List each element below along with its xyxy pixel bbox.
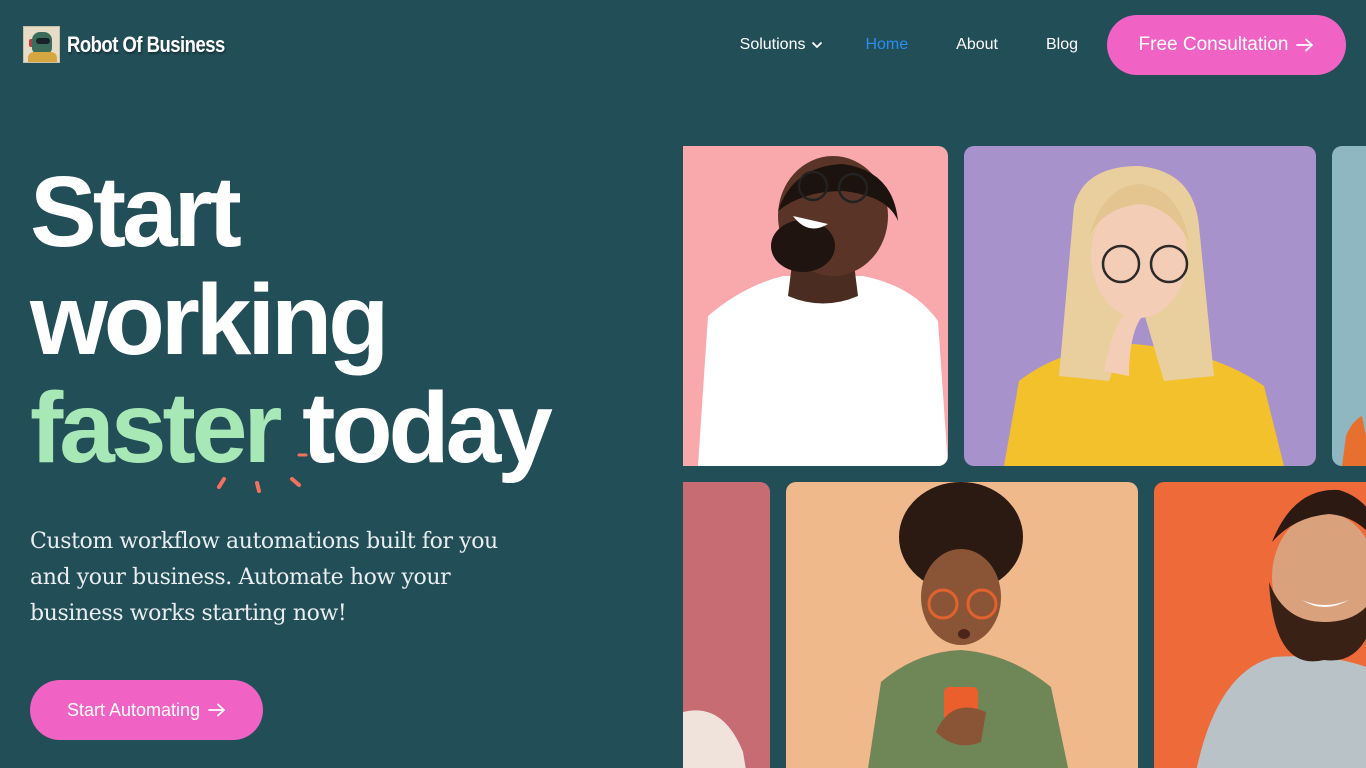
nav-blog[interactable]: Blog xyxy=(1046,36,1078,54)
nav-about[interactable]: About xyxy=(956,36,998,54)
free-consultation-button[interactable]: Free Consultation xyxy=(1107,15,1346,75)
arrow-right-icon xyxy=(208,703,225,717)
photo-woman-thinking xyxy=(964,146,1316,466)
hero-subtext: Custom workflow automations built for yo… xyxy=(30,529,498,626)
start-automating-button[interactable]: Start Automating xyxy=(30,680,263,740)
photo-woman-phone xyxy=(786,482,1138,768)
photo-partial-blue xyxy=(1332,146,1366,466)
brand-name: Robot Of Business xyxy=(67,31,225,57)
headline-line-2: working xyxy=(30,264,389,376)
nav-solutions[interactable]: Solutions xyxy=(740,36,824,54)
photo-partial-pink xyxy=(683,482,770,768)
nav-solutions-label: Solutions xyxy=(739,36,806,53)
brand-logo[interactable]: Robot Of Business xyxy=(23,26,255,63)
sparkle-decoration-icon xyxy=(217,453,308,493)
nav-home[interactable]: Home xyxy=(865,36,908,54)
headline-line-1: Start xyxy=(30,156,242,268)
chevron-down-icon xyxy=(812,42,823,48)
hero-headline: Start working faster today xyxy=(30,156,553,482)
start-automating-label: Start Automating xyxy=(66,699,201,720)
main-nav: Solutions Home About Blog Free Consultat… xyxy=(740,15,1346,75)
free-consultation-label: Free Consultation xyxy=(1138,34,1289,55)
photo-man-laughing xyxy=(683,146,948,466)
arrow-right-icon xyxy=(1296,38,1314,52)
photo-man-bearded xyxy=(1154,482,1366,768)
robot-logo-icon xyxy=(23,26,60,63)
